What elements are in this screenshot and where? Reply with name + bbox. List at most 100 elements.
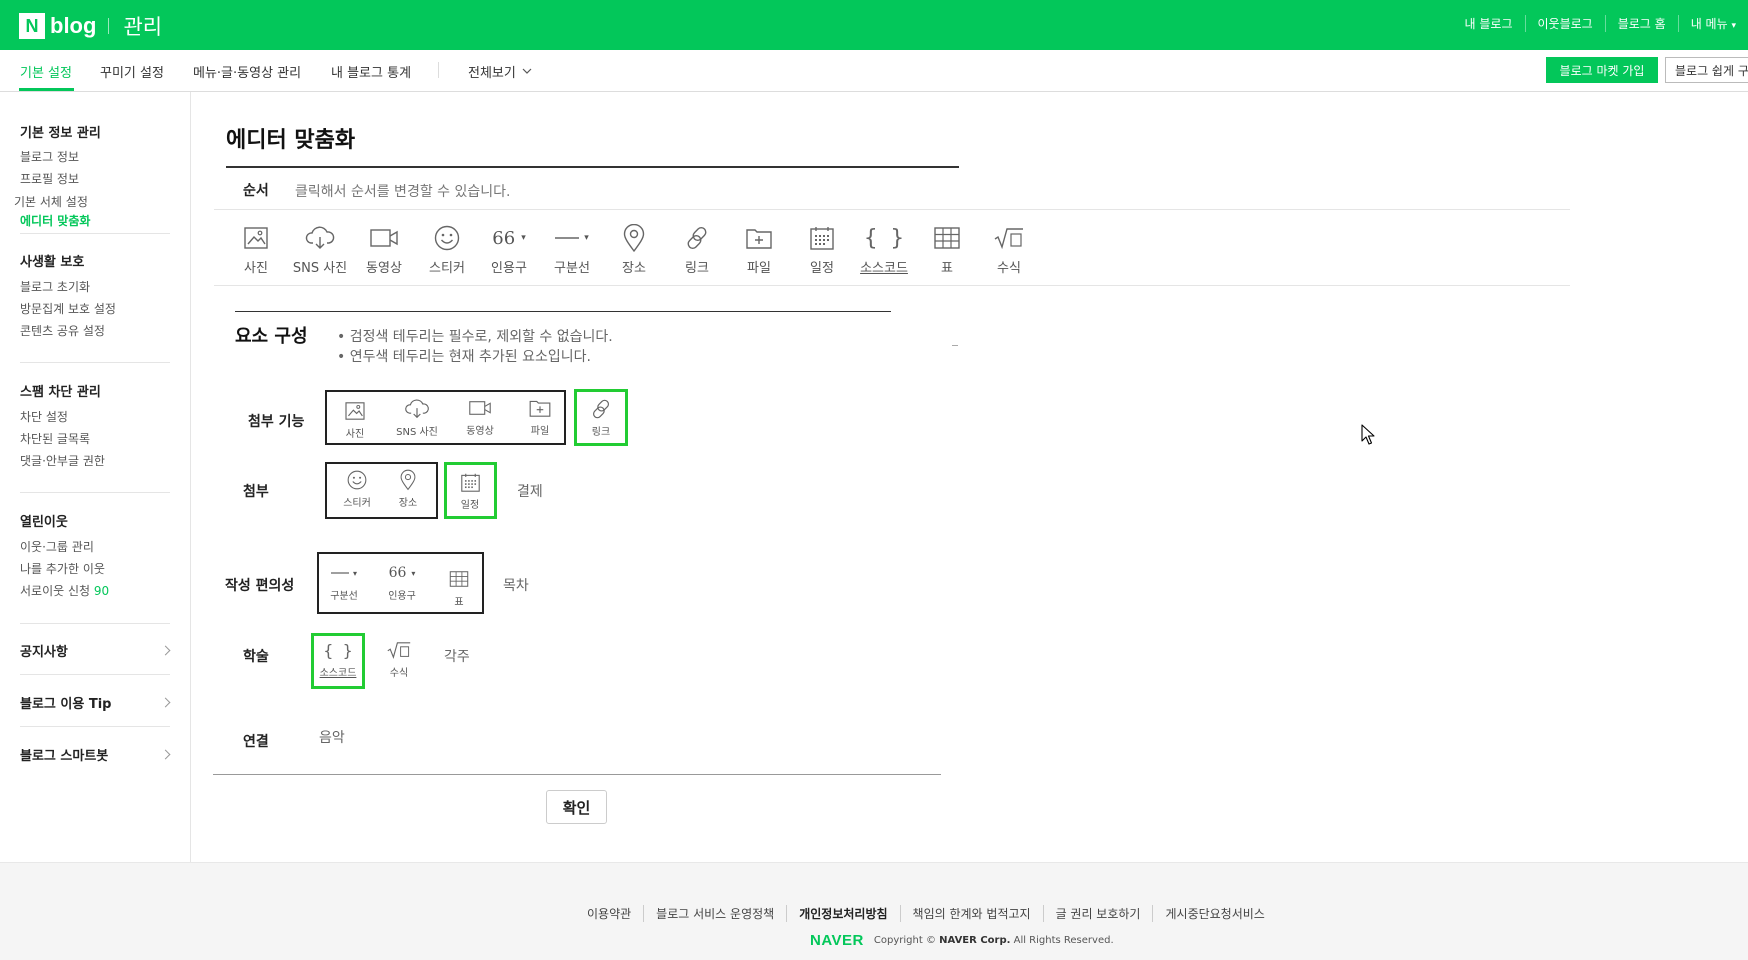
element-label: 사진	[345, 429, 365, 440]
order-item-label: 링크	[685, 261, 709, 276]
footer-link-policy[interactable]: 블로그 서비스 운영정책	[643, 905, 786, 922]
my-menu-link[interactable]: 내 메뉴 ▾	[1677, 15, 1748, 32]
footer-link-terms[interactable]: 이용약관	[575, 905, 643, 922]
tab-view-all[interactable]: 전체보기	[468, 62, 532, 81]
sidebar-blog-tip[interactable]: 블로그 이용 Tip	[20, 693, 111, 712]
sidebar-notice[interactable]: 공지사항	[20, 641, 68, 660]
tab-blog-stats[interactable]: 내 블로그 통계	[331, 62, 411, 81]
order-item-file[interactable]: 파일	[727, 222, 791, 276]
sidebar-heading-neighbors: 열린이웃	[20, 515, 68, 530]
footer-link-privacy[interactable]: 개인정보처리방침	[786, 905, 899, 922]
element-music[interactable]: 음악	[319, 727, 345, 747]
sidebar-item-comment-permission[interactable]: 댓글·안부글 권한	[20, 452, 105, 469]
element-quote[interactable]: 66 ▾ 인용구	[372, 560, 432, 602]
sidebar-item-neighbor-groups[interactable]: 이웃·그룹 관리	[20, 538, 94, 555]
my-blog-link[interactable]: 내 블로그	[1453, 15, 1525, 32]
sidebar-divider	[20, 362, 170, 363]
order-item-label: SNS 사진	[292, 261, 348, 276]
order-item-link[interactable]: 링크	[665, 222, 729, 276]
order-item-sticker[interactable]: 스티커	[415, 222, 479, 276]
order-item-quote[interactable]: 66 ▾ 인용구	[477, 222, 541, 277]
video-icon	[352, 222, 416, 254]
sidebar-smartbot[interactable]: 블로그 스마트봇	[20, 745, 108, 764]
order-item-sns-photo[interactable]: SNS 사진	[288, 222, 352, 276]
quote-icon: 66 ▾	[492, 227, 526, 249]
element-place[interactable]: 장소	[378, 467, 438, 509]
footer-link-rights[interactable]: 글 권리 보호하기	[1042, 905, 1153, 922]
footer-link-disclaimer[interactable]: 책임의 한계와 법적고지	[899, 905, 1043, 922]
folder-plus-icon	[727, 222, 791, 254]
order-item-source-code[interactable]: { } 소스코드	[852, 222, 916, 277]
sidebar-item-mutual-requests[interactable]: 서로이웃 신청 90	[20, 582, 109, 599]
sidebar-item-blog-reset[interactable]: 블로그 초기화	[20, 278, 90, 295]
sidebar-item-profile-info[interactable]: 프로필 정보	[20, 170, 79, 187]
tab-divider	[438, 62, 439, 78]
footer-link-takedown[interactable]: 게시중단요청서비스	[1152, 905, 1276, 922]
sidebar-divider	[20, 726, 170, 727]
naver-logo[interactable]: NAVER	[810, 932, 864, 949]
element-divider[interactable]: ▾ 구분선	[314, 560, 374, 603]
order-item-photo[interactable]: 사진	[224, 222, 288, 276]
order-item-label: 구분선	[554, 261, 590, 276]
row-label-connect: 연결	[243, 734, 269, 750]
horizontal-line-icon: ▾	[330, 568, 357, 578]
sidebar-item-block-settings[interactable]: 차단 설정	[20, 408, 68, 425]
element-label: 파일	[530, 426, 550, 437]
naver-blog-logo[interactable]: N blog 관리	[19, 11, 162, 41]
caret-down-icon: ▾	[1731, 21, 1736, 31]
order-item-video[interactable]: 동영상	[352, 222, 416, 276]
order-item-schedule[interactable]: 일정	[790, 222, 854, 276]
sidebar-item-blocked-posts[interactable]: 차단된 글목록	[20, 430, 90, 447]
blog-market-join-button[interactable]: 블로그 마켓 가입	[1546, 57, 1658, 83]
element-schedule[interactable]: 일정	[440, 469, 500, 511]
element-formula[interactable]: 수식	[369, 637, 429, 679]
element-label: 표	[454, 597, 464, 608]
element-payment[interactable]: 결제	[517, 481, 543, 501]
neighbor-blog-link[interactable]: 이웃블로그	[1524, 15, 1605, 32]
link-icon	[665, 222, 729, 254]
tab-menu-management[interactable]: 메뉴·글·동영상 관리	[193, 62, 301, 81]
element-table[interactable]: 표	[429, 566, 489, 608]
my-menu-label: 내 메뉴	[1690, 17, 1728, 31]
order-item-label: 수식	[997, 261, 1021, 276]
element-label: 구분선	[330, 591, 358, 602]
mouse-cursor-icon	[1361, 424, 1375, 446]
element-footnote[interactable]: 각주	[444, 646, 470, 666]
sidebar-heading-spam: 스팸 차단 관리	[20, 385, 101, 400]
order-item-table[interactable]: 표	[915, 222, 979, 276]
sidebar-item-added-me[interactable]: 나를 추가한 이웃	[20, 560, 105, 577]
order-item-divider[interactable]: ▾ 구분선	[540, 222, 604, 276]
map-pin-icon	[602, 222, 666, 254]
sidebar-item-blog-info[interactable]: 블로그 정보	[20, 148, 79, 165]
sidebar-item-font-settings[interactable]: 기본 서체 설정	[14, 193, 88, 210]
tab-basic-settings[interactable]: 기본 설정	[20, 62, 72, 81]
element-link[interactable]: 링크	[571, 396, 631, 438]
blog-home-link[interactable]: 블로그 홈	[1604, 15, 1678, 32]
tab-decorate-settings[interactable]: 꾸미기 설정	[100, 62, 164, 81]
element-source-code[interactable]: { } 소스코드	[308, 637, 368, 680]
title-underline	[226, 166, 959, 168]
order-item-formula[interactable]: 수식	[977, 222, 1041, 276]
blog-easy-button[interactable]: 블로그 쉽게 구	[1665, 57, 1748, 83]
order-item-label: 인용구	[491, 261, 527, 276]
square-root-icon	[977, 222, 1041, 254]
row-label-writing: 작성 편의성	[225, 578, 295, 594]
calendar-icon	[790, 222, 854, 254]
sidebar-item-visit-protect[interactable]: 방문집계 보호 설정	[20, 300, 116, 317]
sidebar-item-content-share[interactable]: 콘텐츠 공유 설정	[20, 322, 105, 339]
order-item-place[interactable]: 장소	[602, 222, 666, 276]
element-file[interactable]: 파일	[510, 395, 570, 437]
element-video[interactable]: 동영상	[450, 395, 510, 437]
logo-separator	[108, 18, 110, 34]
confirm-button[interactable]: 확인	[546, 790, 607, 824]
admin-label[interactable]: 관리	[123, 11, 162, 41]
element-photo[interactable]: 사진	[325, 398, 385, 440]
copyright-text: Copyright © NAVER Corp. All Rights Reser…	[874, 935, 1114, 946]
folder-plus-icon	[510, 395, 570, 421]
calendar-icon	[440, 469, 500, 495]
element-toc[interactable]: 목차	[503, 575, 529, 595]
element-sns-photo[interactable]: SNS 사진	[387, 396, 447, 438]
element-label: 동영상	[466, 426, 494, 437]
sidebar-item-editor-customize[interactable]: 에디터 맞춤화	[20, 212, 90, 229]
order-item-label: 장소	[622, 261, 646, 276]
